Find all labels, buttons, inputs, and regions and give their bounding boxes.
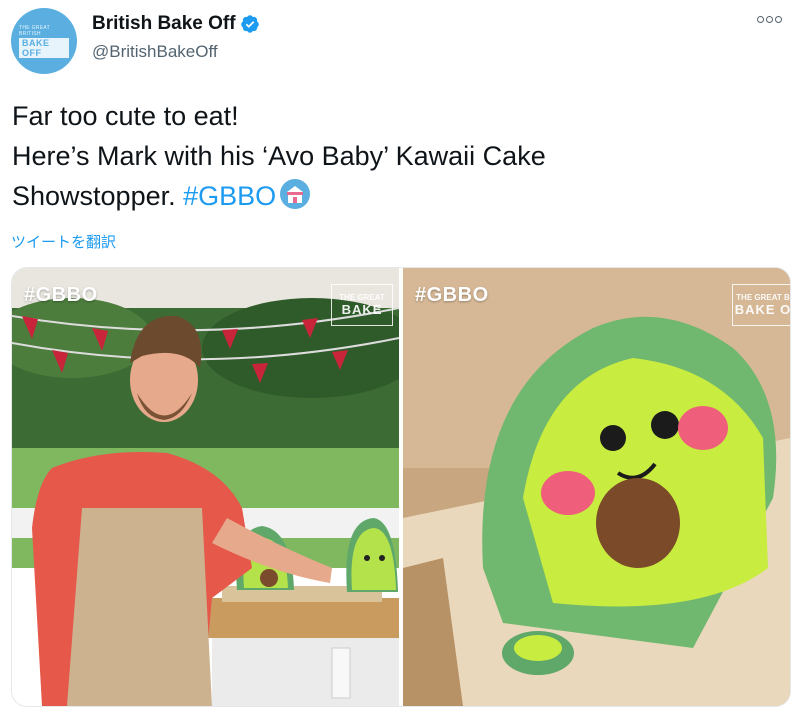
more-dot	[757, 16, 764, 23]
watermark-right-line2: BAKE O	[734, 302, 790, 317]
tweet-line-1: Far too cute to eat!	[12, 101, 239, 131]
hashtag-link[interactable]: #GBBO	[183, 181, 276, 211]
avatar[interactable]: THE GREAT BRITISH BAKE OFF	[11, 8, 77, 74]
bake-off-watermark-right: THE GREAT B BAKE O	[732, 284, 790, 326]
verified-badge-icon	[240, 15, 259, 33]
avatar-text-bottom: BAKE OFF	[19, 37, 69, 58]
more-dot	[775, 16, 782, 23]
tweet-line-3-text: Showstopper.	[12, 181, 176, 211]
author-name-row[interactable]: British Bake Off	[92, 13, 260, 35]
tweet-line-3: Showstopper. #GBBO	[12, 176, 546, 216]
translate-tweet-link[interactable]: ツイートを翻訳	[11, 231, 116, 252]
watermark-left-line1: THE GREAT	[339, 293, 385, 302]
display-name[interactable]: British Bake Off	[92, 13, 236, 35]
photo-avocado-cake-closeup[interactable]: #GBBO THE GREAT B BAKE O	[403, 268, 790, 706]
more-options-icon[interactable]	[757, 16, 782, 23]
avatar-text-top: THE GREAT BRITISH	[19, 24, 50, 37]
handle[interactable]: @BritishBakeOff	[92, 42, 218, 62]
bake-off-watermark-left: THE GREAT BAKE	[331, 284, 393, 326]
media-grid: #GBBO THE GREAT BAKE #GBBO THE GREAT B B…	[11, 267, 791, 707]
watermark-right-line1: THE GREAT B	[736, 293, 790, 302]
more-dot	[766, 16, 773, 23]
cake-photo-illustration	[403, 268, 790, 706]
tweet-line-2: Here’s Mark with his ‘Avo Baby’ Kawaii C…	[12, 141, 546, 171]
photo-hashtag-right: #GBBO	[415, 284, 489, 306]
photo-baker-with-cakes[interactable]: #GBBO THE GREAT BAKE	[12, 268, 399, 706]
baker-photo-illustration	[12, 268, 399, 706]
photo-hashtag-left: #GBBO	[24, 284, 98, 306]
tweet-text: Far too cute to eat! Here’s Mark with hi…	[12, 96, 546, 216]
watermark-left-line2: BAKE	[341, 302, 383, 317]
gbbo-tent-icon	[280, 179, 311, 209]
